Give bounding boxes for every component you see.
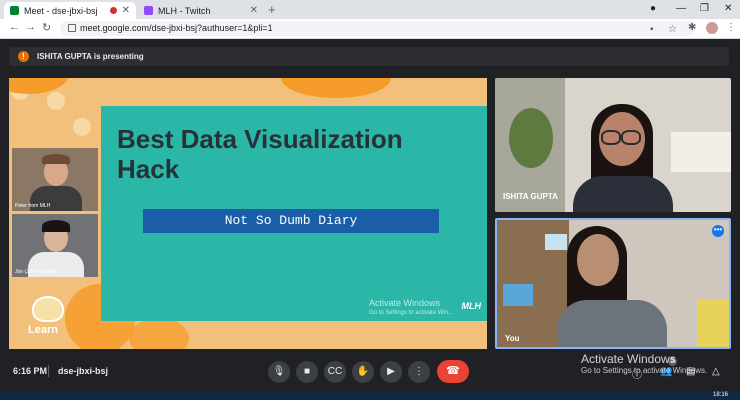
maximize-button[interactable]: ❐ — [700, 3, 709, 14]
more-options-button[interactable]: ⋮ — [408, 361, 430, 383]
camera-permission-icon[interactable]: ▪ — [650, 24, 654, 35]
cushion-background — [697, 300, 729, 347]
back-arrow-icon[interactable]: ← — [9, 21, 20, 33]
slide: Best Data Visualization Hack Not So Dumb… — [101, 106, 487, 321]
presentation-stage: Best Data Visualization Hack Not So Dumb… — [9, 78, 487, 349]
close-tab-icon[interactable]: ✕ — [122, 5, 130, 16]
plant-background — [509, 108, 553, 168]
new-tab-button[interactable]: + — [268, 2, 276, 17]
bookmark-star-icon[interactable]: ☆ — [668, 24, 677, 35]
learn-mascot-icon — [32, 296, 64, 322]
close-tab-icon[interactable]: ✕ — [250, 5, 258, 16]
decor-blob — [129, 318, 189, 349]
camera-label: Jon (Jeff Kingsley) — [15, 269, 57, 275]
tab-meet[interactable]: Meet - dse-jbxi-bsj ✕ — [4, 2, 136, 19]
address-bar[interactable]: meet.google.com/dse-jbxi-bsj?authuser=1&… — [60, 21, 696, 36]
lock-icon — [68, 24, 76, 32]
more-options-icon[interactable]: ••• — [712, 225, 724, 237]
decor-blob — [281, 78, 391, 98]
browser-toolbar: ← → ↻ meet.google.com/dse-jbxi-bsj?authu… — [0, 19, 740, 39]
presenting-banner: ! ISHITA GUPTA is presenting — [9, 47, 729, 66]
info-icon: ! — [18, 51, 29, 62]
shelf-frame — [545, 234, 567, 250]
slide-subtitle: Not So Dumb Diary — [224, 213, 358, 228]
camera-button[interactable]: ■ — [296, 361, 318, 383]
captions-button[interactable]: CC — [324, 361, 346, 383]
forward-arrow-icon[interactable]: → — [25, 21, 36, 33]
camera-label: Peter from MLH — [15, 203, 51, 209]
watermark-title: Activate Windows — [369, 298, 441, 308]
browser-menu-icon[interactable]: ⋮ — [726, 22, 736, 33]
participant-name: ISHITA GUPTA — [503, 192, 558, 201]
mlh-logo: MLH — [461, 301, 482, 311]
decor-blob — [9, 78, 69, 94]
tab-twitch[interactable]: MLH - Twitch ✕ — [138, 2, 264, 19]
taskbar-clock: 18:16 — [712, 392, 728, 398]
end-call-button[interactable]: ☎ — [437, 360, 469, 383]
person-shirt — [573, 176, 673, 212]
watermark-subtitle: Go to Settings to activate Win... — [369, 310, 454, 316]
slide-title: Best Data Visualization Hack — [117, 124, 403, 184]
presenting-text: ISHITA GUPTA is presenting — [37, 52, 144, 61]
twitch-favicon-icon — [144, 6, 153, 15]
minimize-button[interactable]: — — [676, 3, 686, 14]
meet-favicon-icon — [10, 6, 19, 15]
decor-dot — [47, 92, 65, 110]
microphone-button[interactable]: 🎙 — [268, 361, 290, 383]
learn-logo: Learn — [27, 292, 69, 344]
slide-camera-peter: Peter from MLH — [12, 148, 98, 211]
extensions-icon[interactable]: ✱ — [688, 22, 696, 33]
recording-dot-icon — [110, 7, 117, 14]
person-face — [577, 234, 619, 286]
profile-avatar[interactable] — [706, 22, 718, 34]
shelf-background — [671, 132, 731, 172]
os-taskbar: 18:16 — [0, 392, 740, 400]
participant-tile-ishita[interactable]: ISHITA GUPTA — [495, 78, 731, 212]
person-shirt — [557, 300, 667, 347]
tab-search-icon[interactable]: ● — [650, 3, 656, 14]
close-window-button[interactable]: ✕ — [724, 3, 732, 14]
raise-hand-button[interactable]: ✋ — [352, 361, 374, 383]
slide-subtitle-box: Not So Dumb Diary — [143, 209, 439, 233]
decor-dot — [73, 118, 91, 136]
url-text[interactable]: meet.google.com/dse-jbxi-bsj?authuser=1&… — [80, 23, 273, 33]
present-screen-button[interactable]: ▶ — [380, 361, 402, 383]
glasses-left — [601, 130, 621, 145]
activities-icon[interactable]: △ — [712, 366, 720, 377]
glasses-right — [621, 130, 641, 145]
person-hair — [42, 220, 70, 232]
tab-meet-title: Meet - dse-jbxi-bsj — [24, 5, 98, 16]
activate-windows-title: Activate Windows — [581, 352, 676, 366]
shelf-picture — [503, 284, 533, 306]
reload-icon[interactable]: ↻ — [42, 21, 51, 34]
person-hair — [42, 154, 70, 164]
participant-tile-you[interactable]: ••• You — [495, 218, 731, 349]
meeting-time: 6:16 PM — [13, 366, 48, 376]
divider — [48, 365, 49, 377]
tab-twitch-title: MLH - Twitch — [158, 5, 211, 16]
browser-tab-bar: Meet - dse-jbxi-bsj ✕ MLH - Twitch ✕ + ●… — [0, 0, 740, 19]
learn-logo-text: Learn — [28, 324, 58, 336]
meeting-code: dse-jbxi-bsj — [58, 366, 109, 376]
activate-windows-subtitle: Go to Settings to activate Windows. — [581, 366, 708, 375]
participant-name: You — [505, 334, 520, 343]
slide-camera-jon: Jon (Jeff Kingsley) — [12, 214, 98, 277]
